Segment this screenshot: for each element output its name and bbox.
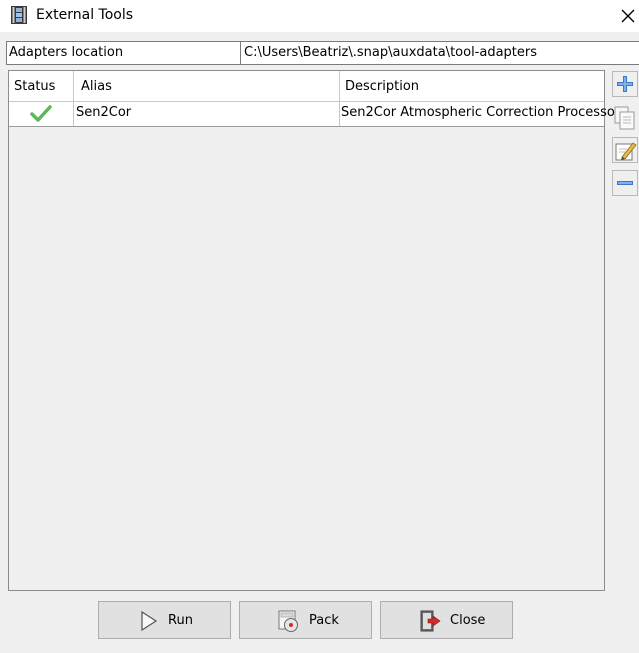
remove-button[interactable]: [612, 170, 638, 196]
close-icon[interactable]: [618, 6, 638, 26]
title-bar: External Tools: [0, 0, 639, 32]
alias-cell: Sen2Cor: [76, 105, 132, 120]
adapters-location-row: Adapters location C:\Users\Beatriz\.snap…: [6, 41, 639, 65]
column-header-description[interactable]: Description: [345, 79, 419, 94]
table-row[interactable]: Sen2Cor Sen2Cor Atmospheric Correction P…: [9, 102, 620, 127]
close-button-label: Close: [450, 613, 486, 628]
tools-table: Status Alias Description Sen2Cor Sen2Cor…: [8, 70, 620, 591]
run-button-label: Run: [168, 613, 193, 628]
copy-icon: [614, 106, 635, 130]
play-icon: [141, 610, 158, 632]
column-header-status[interactable]: Status: [14, 79, 55, 94]
checkmark-icon: [30, 105, 52, 122]
pack-icon: [278, 610, 298, 632]
pack-button-label: Pack: [309, 613, 339, 628]
divider: [240, 42, 241, 64]
pack-button[interactable]: Pack: [239, 601, 372, 639]
run-button[interactable]: Run: [98, 601, 231, 639]
plus-icon: [617, 76, 633, 92]
pencil-icon: [615, 142, 637, 161]
table-header: Status Alias Description: [9, 71, 604, 102]
duplicate-button[interactable]: [612, 104, 638, 130]
minus-icon: [617, 181, 633, 185]
close-button[interactable]: Close: [380, 601, 513, 639]
edit-button[interactable]: [612, 137, 638, 163]
window-title: External Tools: [36, 7, 134, 23]
cell-divider: [339, 102, 340, 126]
description-cell: Sen2Cor Atmospheric Correction Processor: [341, 105, 621, 120]
add-button[interactable]: [612, 71, 638, 97]
adapters-location-field[interactable]: C:\Users\Beatriz\.snap\auxdata\tool-adap…: [244, 45, 537, 60]
cell-divider: [73, 102, 74, 126]
film-strip-icon: [11, 6, 27, 24]
exit-door-icon: [420, 610, 441, 632]
adapters-location-label: Adapters location: [9, 45, 124, 60]
column-header-alias[interactable]: Alias: [81, 79, 112, 94]
